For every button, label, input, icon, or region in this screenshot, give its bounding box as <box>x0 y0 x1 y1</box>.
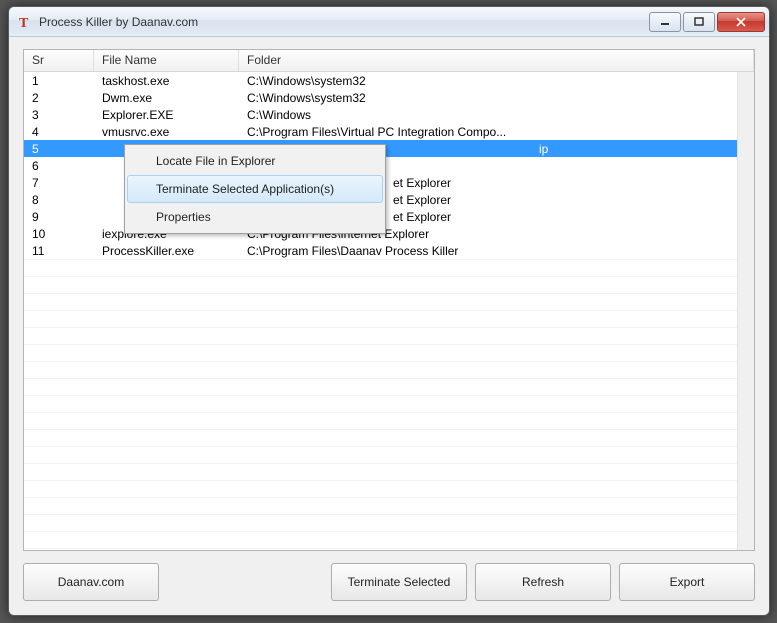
table-row[interactable]: 4vmusrvc.exeC:\Program Files\Virtual PC … <box>24 123 754 140</box>
window-controls <box>649 12 769 32</box>
button-bar: Daanav.com Terminate Selected Refresh Ex… <box>23 563 755 601</box>
app-icon: T <box>17 14 33 30</box>
column-header-folder[interactable]: Folder <box>239 50 754 71</box>
list-header[interactable]: Sr File Name Folder <box>24 50 754 72</box>
cell-sr: 11 <box>24 244 94 258</box>
table-row[interactable]: 1taskhost.exeC:\Windows\system32 <box>24 72 754 89</box>
context-menu-item[interactable]: Locate File in Explorer <box>127 147 383 175</box>
context-menu-item[interactable]: Terminate Selected Application(s) <box>127 175 383 203</box>
table-row[interactable]: 3Explorer.EXEC:\Windows <box>24 106 754 123</box>
window-title: Process Killer by Daanav.com <box>39 15 198 29</box>
cell-sr: 10 <box>24 227 94 241</box>
close-button[interactable] <box>717 12 765 32</box>
table-row[interactable]: 2Dwm.exeC:\Windows\system32 <box>24 89 754 106</box>
process-list[interactable]: Sr File Name Folder 1taskhost.exeC:\Wind… <box>23 49 755 551</box>
export-button[interactable]: Export <box>619 563 755 601</box>
cell-folder: C:\Windows\system32 <box>239 74 754 88</box>
cell-folder: C:\Windows <box>239 108 754 122</box>
column-header-filename[interactable]: File Name <box>94 50 239 71</box>
client-area: Sr File Name Folder 1taskhost.exeC:\Wind… <box>9 37 769 615</box>
svg-text:T: T <box>19 16 29 30</box>
cell-sr: 1 <box>24 74 94 88</box>
cell-sr: 5 <box>24 142 94 156</box>
cell-filename: Dwm.exe <box>94 91 239 105</box>
cell-folder: C:\Program Files\Daanav Process Killer <box>239 244 754 258</box>
context-menu-item[interactable]: Properties <box>127 203 383 231</box>
titlebar[interactable]: T Process Killer by Daanav.com <box>9 7 769 37</box>
daanav-button[interactable]: Daanav.com <box>23 563 159 601</box>
cell-filename: taskhost.exe <box>94 74 239 88</box>
terminate-selected-button[interactable]: Terminate Selected <box>331 563 467 601</box>
cell-filename: vmusrvc.exe <box>94 125 239 139</box>
cell-sr: 7 <box>24 176 94 190</box>
maximize-button[interactable] <box>683 12 715 32</box>
cell-sr: 6 <box>24 159 94 173</box>
minimize-button[interactable] <box>649 12 681 32</box>
cell-folder: C:\Program Files\Virtual PC Integration … <box>239 125 754 139</box>
refresh-button[interactable]: Refresh <box>475 563 611 601</box>
cell-sr: 3 <box>24 108 94 122</box>
cell-folder: C:\Windows\system32 <box>239 91 754 105</box>
cell-filename: ProcessKiller.exe <box>94 244 239 258</box>
vertical-scrollbar[interactable] <box>737 72 754 550</box>
context-menu[interactable]: Locate File in ExplorerTerminate Selecte… <box>124 144 386 234</box>
table-row[interactable]: 11ProcessKiller.exeC:\Program Files\Daan… <box>24 242 754 259</box>
cell-sr: 2 <box>24 91 94 105</box>
cell-filename: Explorer.EXE <box>94 108 239 122</box>
cell-sr: 8 <box>24 193 94 207</box>
app-window: T Process Killer by Daanav.com Sr File N… <box>8 6 770 616</box>
cell-sr: 4 <box>24 125 94 139</box>
cell-sr: 9 <box>24 210 94 224</box>
column-header-sr[interactable]: Sr <box>24 50 94 71</box>
